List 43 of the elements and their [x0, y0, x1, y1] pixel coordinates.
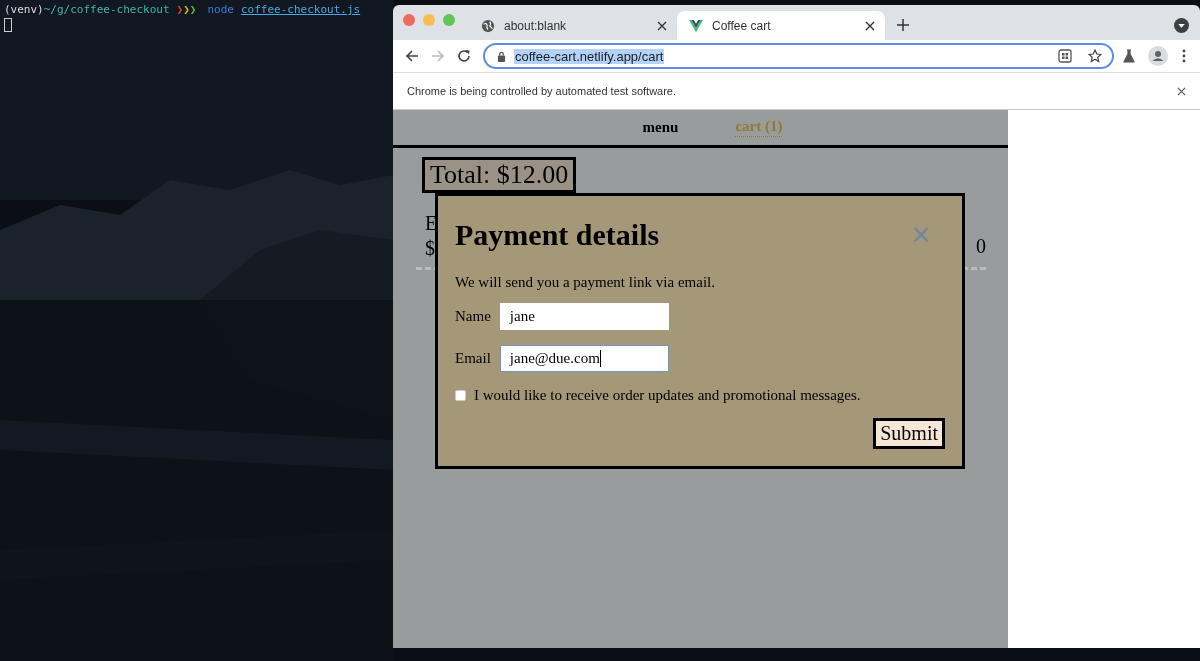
qr-code-icon[interactable] — [1058, 49, 1072, 63]
dialog-title: Payment details — [455, 218, 660, 252]
automation-notice: Chrome is being controlled by automated test software. — [407, 85, 677, 97]
flask-icon[interactable] — [1122, 49, 1136, 63]
command-argument: coffee-checkout.js — [240, 3, 361, 16]
lock-icon — [497, 50, 506, 62]
item-price: $ — [425, 236, 436, 261]
new-tab-icon[interactable] — [897, 19, 909, 31]
field-label: Email — [455, 350, 491, 367]
globe-icon — [481, 18, 495, 33]
terminal-cursor — [4, 18, 12, 32]
total-label: Total: $12.00 — [422, 157, 577, 193]
nav-link[interactable]: menu — [642, 118, 679, 137]
item-total: 0 — [976, 235, 986, 259]
submit-button[interactable]: Submit — [873, 418, 945, 449]
venv-label: (venv) — [4, 3, 44, 16]
address-bar[interactable]: coffee-cart.netlify.app/cart — [483, 43, 1114, 69]
star-icon[interactable] — [1088, 49, 1102, 63]
input-field[interactable]: jane@due.com — [499, 345, 669, 372]
browser-tab[interactable]: about:blank — [469, 11, 677, 40]
browser-tab[interactable]: Coffee cart — [677, 11, 885, 40]
prompt-chevron: ❯ — [189, 3, 197, 16]
reload-icon[interactable] — [457, 49, 471, 63]
command: node — [207, 3, 234, 16]
tab-title: Coffee cart — [712, 18, 772, 33]
input-field[interactable]: jane — [499, 303, 669, 330]
dialog-message: We will send you a payment link via email. — [455, 274, 716, 291]
prompt-chevron: ❯ — [176, 3, 184, 16]
back-icon[interactable] — [405, 49, 419, 63]
checkbox[interactable] — [455, 390, 466, 401]
url-text: coffee-cart.netlify.app/cart — [514, 48, 665, 64]
consent-label: I would like to receive order updates and promotional messages. — [474, 387, 861, 404]
v-logo-icon — [689, 18, 703, 33]
close-icon — [865, 20, 875, 31]
profile-icon[interactable] — [1148, 46, 1168, 66]
close-icon — [657, 20, 667, 31]
prompt-chevron: ❯ — [183, 3, 190, 16]
close-icon[interactable] — [1177, 86, 1186, 96]
more-menu-icon[interactable] — [1182, 49, 1186, 63]
field-label: Name — [455, 308, 491, 325]
tab-search-icon[interactable] — [1174, 18, 1189, 33]
tab-title: about:blank — [504, 18, 568, 33]
directory-path: ~/g/coffee-checkout — [43, 3, 170, 16]
